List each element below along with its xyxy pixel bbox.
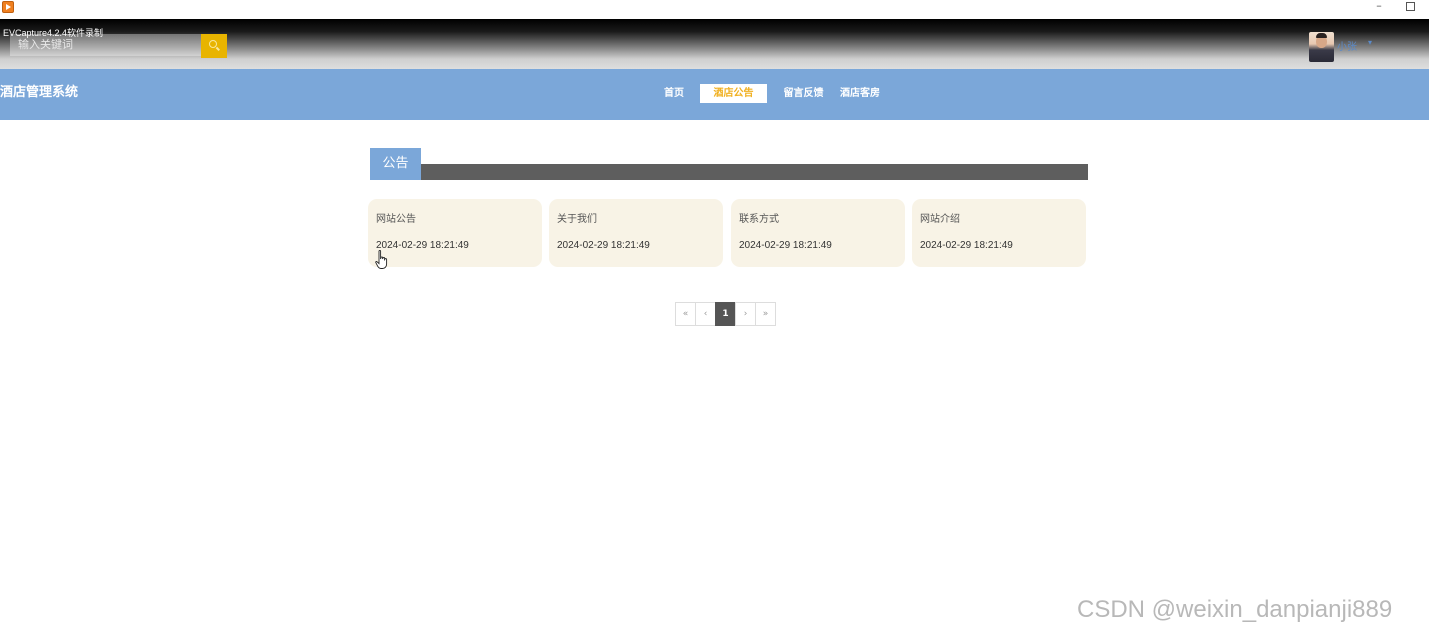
chevron-down-icon[interactable]: ▾	[1368, 38, 1372, 47]
current-page-button[interactable]: 1	[715, 302, 736, 326]
watermark: CSDN @weixin_danpianji889	[1077, 596, 1393, 623]
notice-card[interactable]: 网站介绍 2024-02-29 18:21:49	[912, 199, 1086, 267]
last-page-button[interactable]: »	[755, 302, 776, 326]
card-title: 关于我们	[557, 214, 597, 225]
top-bar: EVCapture4.2.4软件录制 小张 ▾	[0, 19, 1429, 69]
username[interactable]: 小张	[1337, 38, 1357, 53]
card-title: 联系方式	[739, 214, 779, 225]
first-page-button[interactable]: «	[675, 302, 696, 326]
card-date: 2024-02-29 18:21:49	[920, 240, 1013, 251]
minimize-button[interactable]: –	[1372, 0, 1386, 14]
search-icon	[209, 40, 217, 48]
nav-item-rooms[interactable]: 酒店客房	[834, 84, 886, 103]
maximize-button[interactable]	[1406, 2, 1415, 11]
card-date: 2024-02-29 18:21:49	[739, 240, 832, 251]
section-divider	[421, 164, 1088, 180]
card-title: 网站介绍	[920, 214, 960, 225]
window-title-bar: –	[0, 0, 1429, 19]
pagination: « ‹ 1 › »	[675, 302, 776, 326]
nav-item-hotel-notice[interactable]: 酒店公告	[700, 84, 767, 103]
site-title: 酒店管理系统	[0, 85, 79, 100]
notice-card[interactable]: 联系方式 2024-02-29 18:21:49	[731, 199, 905, 267]
section-title: 公告	[370, 148, 421, 180]
card-title: 网站公告	[376, 214, 416, 225]
notice-card[interactable]: 网站公告 2024-02-29 18:21:49	[368, 199, 542, 267]
nav-item-feedback[interactable]: 留言反馈	[777, 84, 830, 103]
app-record-icon	[2, 1, 14, 13]
search-button[interactable]	[201, 34, 227, 58]
nav-item-home[interactable]: 首页	[656, 84, 692, 103]
main-nav: 酒店管理系统 首页 酒店公告 留言反馈 酒店客房	[0, 69, 1429, 120]
card-date: 2024-02-29 18:21:49	[557, 240, 650, 251]
card-date: 2024-02-29 18:21:49	[376, 240, 469, 251]
avatar[interactable]	[1309, 32, 1334, 62]
search-input[interactable]	[10, 34, 201, 56]
prev-page-button[interactable]: ‹	[695, 302, 716, 326]
next-page-button[interactable]: ›	[735, 302, 756, 326]
hand-cursor-icon	[375, 250, 388, 269]
notice-card[interactable]: 关于我们 2024-02-29 18:21:49	[549, 199, 723, 267]
